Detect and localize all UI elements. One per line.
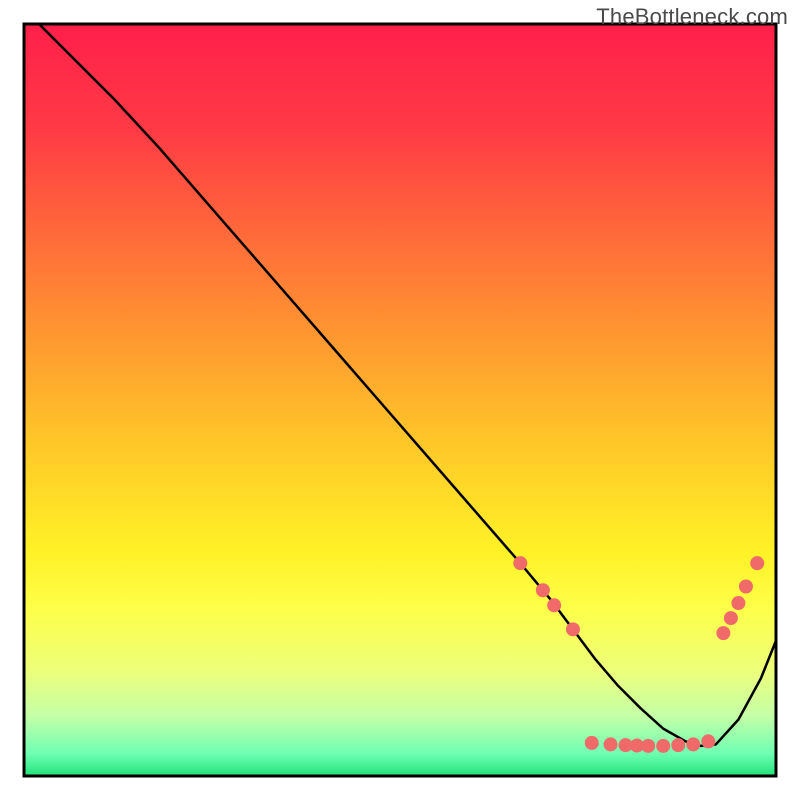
curve-marker	[536, 583, 550, 597]
chart-container: TheBottleneck.com	[0, 0, 800, 800]
gradient-background	[24, 24, 776, 776]
curve-marker	[513, 556, 527, 570]
curve-marker	[656, 739, 670, 753]
curve-marker	[724, 611, 738, 625]
curve-marker	[671, 738, 685, 752]
bottleneck-chart	[0, 0, 800, 800]
curve-marker	[686, 737, 700, 751]
curve-marker	[641, 739, 655, 753]
curve-marker	[716, 626, 730, 640]
curve-marker	[547, 598, 561, 612]
watermark-label: TheBottleneck.com	[596, 4, 788, 30]
curve-marker	[604, 737, 618, 751]
curve-marker	[585, 736, 599, 750]
curve-marker	[731, 596, 745, 610]
curve-marker	[739, 580, 753, 594]
curve-marker	[566, 622, 580, 636]
curve-marker	[750, 556, 764, 570]
curve-marker	[701, 734, 715, 748]
